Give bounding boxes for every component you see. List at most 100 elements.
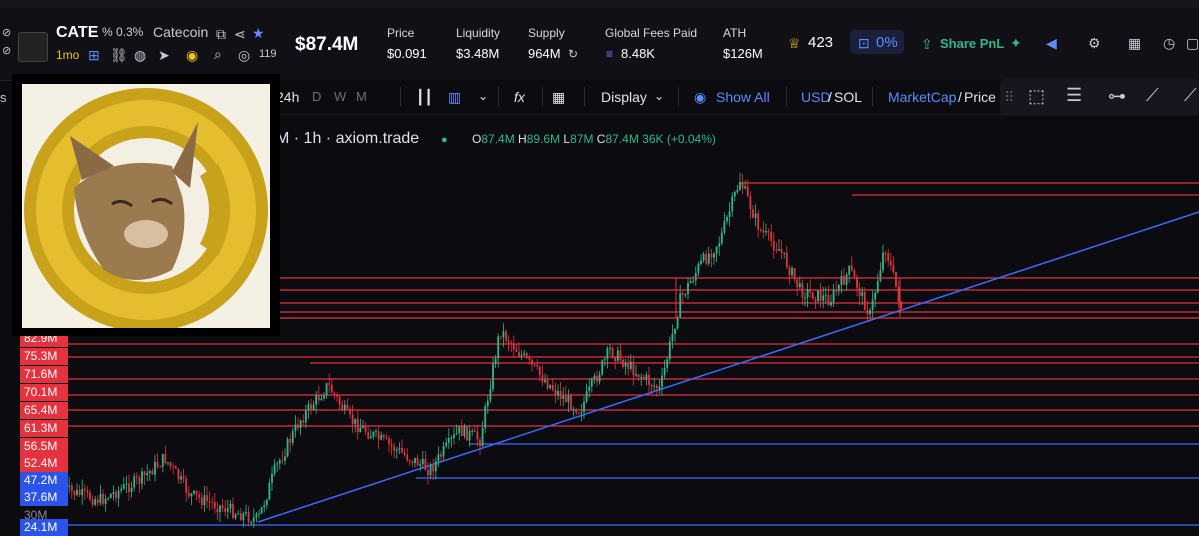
stat-liquidity-label: Liquidity [456, 26, 501, 40]
layout-grid-icon[interactable]: ▦ [552, 89, 565, 106]
candle-body [177, 468, 180, 480]
candle-body [845, 274, 848, 285]
candle-body [850, 265, 853, 271]
copy-icon[interactable]: ⧉ [216, 27, 226, 41]
stat-ath-label: ATH [723, 26, 747, 40]
candle-body [824, 295, 827, 297]
megaphone-icon[interactable]: ◀ [1046, 36, 1057, 50]
candle-body [284, 456, 286, 461]
candle-body [650, 384, 653, 387]
display-dropdown[interactable]: Display [601, 89, 647, 105]
candle-body [382, 434, 385, 438]
candle-body [642, 377, 645, 379]
share-icon[interactable]: ⋖ [234, 27, 246, 41]
candle-body [385, 437, 388, 439]
candle-body [148, 470, 151, 474]
chevron-down-icon[interactable]: ⌄ [478, 89, 488, 103]
sol-icon: ≡ [606, 47, 614, 61]
candle-body [593, 375, 596, 380]
axis-label: 65.4M [20, 402, 68, 419]
ray-tool-icon[interactable]: ⟋ [1184, 86, 1197, 104]
bar-chart-icon[interactable]: ┃┃ [416, 89, 433, 106]
indicators-button[interactable]: fx [514, 89, 525, 105]
users-icon[interactable]: ⊞ [88, 48, 100, 62]
show-all-button[interactable]: Show All [716, 89, 770, 105]
share-pnl-button[interactable]: Share PnL [940, 36, 1004, 51]
token-avatar[interactable] [18, 32, 48, 62]
left-rail-icon[interactable]: ⊘ [2, 44, 11, 58]
candle-body [70, 485, 73, 491]
candle-body [450, 437, 453, 439]
marketcap-toggle[interactable]: MarketCap [888, 89, 956, 105]
candle-body [489, 389, 492, 401]
ohlc-h-label: H [518, 132, 527, 146]
usd-toggle[interactable]: USD [801, 89, 831, 105]
rectangle-tool-icon[interactable]: ⬚ [1028, 87, 1045, 105]
candle-body [242, 513, 245, 521]
sol-toggle[interactable]: SOL [834, 89, 862, 105]
candle-body [541, 374, 544, 383]
candle-body [174, 466, 177, 469]
candle-body [570, 395, 572, 411]
link-icon[interactable]: ⛓ [110, 48, 128, 62]
candle-body [640, 377, 643, 379]
chart-icon[interactable]: ▦ [1128, 36, 1141, 50]
refresh-icon[interactable]: ↻ [568, 47, 578, 61]
status-dot-icon: ● [441, 134, 448, 146]
gear-icon[interactable]: ⚙ [1088, 36, 1101, 50]
candle-body [900, 301, 903, 309]
timeframe-label[interactable]: 1mo [56, 48, 79, 62]
coin-icon[interactable]: ◉ [186, 48, 198, 62]
candle-body [224, 507, 227, 512]
candle-body [388, 438, 390, 445]
holders-count: 423 [808, 34, 834, 51]
candle-icon[interactable]: ▥ [448, 89, 461, 106]
candle-body [169, 462, 172, 467]
telegram-icon[interactable]: ➤ [158, 48, 170, 62]
candle-body [811, 292, 814, 300]
ohlc-c: 87.4M [605, 132, 639, 146]
globe-icon[interactable]: ◍ [134, 48, 146, 62]
interval-d[interactable]: D [312, 89, 321, 104]
chevron-down-icon[interactable]: ⌄ [654, 89, 664, 103]
candle-body [346, 404, 349, 409]
axis-label: 24.1M [20, 519, 68, 536]
candle-body [858, 288, 861, 296]
search-icon[interactable]: ⌕ [214, 47, 222, 61]
candle-body [234, 514, 237, 518]
candle-body [406, 454, 409, 461]
candle-body [130, 487, 133, 493]
candle-body [390, 444, 393, 447]
star-icon[interactable]: ★ [252, 26, 265, 40]
candle-body [653, 385, 656, 387]
ohlc-h: 89.6M [526, 132, 561, 146]
candle-body [611, 347, 614, 358]
eye-icon[interactable]: ◎ [238, 48, 250, 62]
price-toggle[interactable]: Price [964, 89, 996, 105]
candle-body [832, 289, 835, 302]
candle-body [185, 478, 188, 493]
candle-body [380, 434, 383, 440]
interval-w[interactable]: W [334, 89, 346, 104]
left-rail-icon[interactable]: ⊘ [2, 26, 11, 40]
candle-body [289, 439, 292, 443]
panel-icon[interactable]: ▢ [1186, 36, 1199, 50]
candle-body [728, 211, 731, 217]
candle-body [206, 495, 208, 502]
hline-tool-icon[interactable]: ⊶ [1108, 87, 1126, 105]
candle-body [310, 404, 312, 410]
eye-icon: ◉ [694, 89, 707, 105]
axis-label: 47.2M [20, 472, 68, 489]
token-ticker: CATE [56, 24, 99, 41]
candle-body [796, 279, 799, 288]
stat-ath-value: $126M [723, 46, 763, 61]
candle-body [723, 221, 726, 233]
pin-icon[interactable]: ✦ [1010, 36, 1022, 50]
interval-m[interactable]: M [356, 89, 367, 104]
token-image [22, 84, 270, 328]
drag-handle-icon[interactable]: ⠿ [1004, 90, 1014, 104]
candle-body [580, 412, 583, 414]
fib-tool-icon[interactable]: ☰ [1066, 86, 1082, 104]
trendline-tool-icon[interactable]: ⟋ [1146, 86, 1159, 104]
clock-icon[interactable]: ◷ [1163, 36, 1175, 50]
